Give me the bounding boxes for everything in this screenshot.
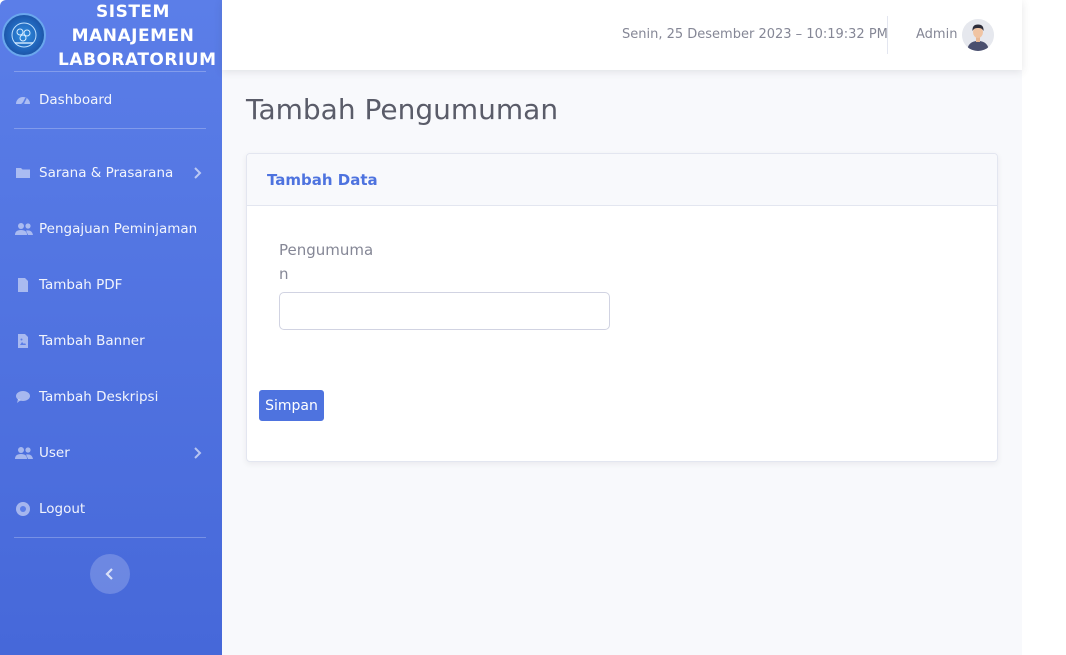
sidebar-item-label: Logout [39,501,86,517]
brand-title-line3: LABORATORIUM [58,50,217,70]
pengumuman-input[interactable] [279,292,610,330]
sidebar-item-label: Tambah Deskripsi [39,389,159,405]
sidebar-item-logout[interactable]: Logout [0,494,222,524]
sidebar-divider [14,71,206,72]
card-header: Tambah Data [247,154,997,206]
sidebar-item-tambah-deskripsi[interactable]: Tambah Deskripsi [0,382,222,412]
brand-title-line1: SISTEM [96,2,170,22]
user-avatar-icon[interactable] [962,19,994,51]
save-button[interactable]: Simpan [259,390,324,421]
chevron-right-icon [192,165,204,181]
sidebar-toggle-button[interactable] [90,554,130,594]
users-icon [15,445,33,461]
file-image-icon [15,333,31,349]
tachometer-icon [15,92,31,108]
sidebar-item-user[interactable]: User [0,438,222,468]
university-logo-icon [2,13,46,57]
sidebar-brand[interactable]: SISTEM MANAJEMEN LABORATORIUM [0,0,222,70]
pengumuman-label: Pengumuman [279,241,374,283]
datetime-display: Senin, 25 Desember 2023 – 10:19:32 PM [622,27,888,42]
page-title: Tambah Pengumuman [246,93,559,126]
users-icon [15,221,33,237]
sidebar-item-sarana-prasarana[interactable]: Sarana & Prasarana [0,158,222,188]
comment-icon [15,389,31,405]
user-name[interactable]: Admin [916,27,957,42]
sidebar-item-label: Tambah Banner [39,333,145,349]
form-card: Tambah Data Pengumuman Simpan [246,153,998,462]
sidebar-item-label: Pengajuan Peminjaman [39,221,198,237]
brand-title-line2: MANAJEMEN [71,26,195,46]
folder-icon [15,165,31,181]
sidebar-item-label: Dashboard [39,92,113,108]
sidebar-item-tambah-banner[interactable]: Tambah Banner [0,326,222,356]
main-content: Senin, 25 Desember 2023 – 10:19:32 PM Ad… [222,0,1022,655]
sidebar-item-label: Tambah PDF [39,277,123,293]
topbar: Senin, 25 Desember 2023 – 10:19:32 PM Ad… [222,0,1022,70]
topbar-divider [887,16,888,54]
sidebar-item-pengajuan-peminjaman[interactable]: Pengajuan Peminjaman [0,214,222,244]
power-icon [15,501,31,517]
sidebar-item-label: User [39,445,70,461]
sidebar-item-label: Sarana & Prasarana [39,165,174,181]
card-title: Tambah Data [267,171,378,189]
sidebar-item-tambah-pdf[interactable]: Tambah PDF [0,270,222,300]
file-icon [15,277,31,293]
chevron-right-icon [192,445,204,461]
sidebar: SISTEM MANAJEMEN LABORATORIUM Dashboard … [0,0,222,655]
brand-title: SISTEM MANAJEMEN LABORATORIUM [58,0,217,72]
sidebar-divider [14,128,206,129]
sidebar-item-dashboard[interactable]: Dashboard [0,85,222,115]
sidebar-divider [14,537,206,538]
